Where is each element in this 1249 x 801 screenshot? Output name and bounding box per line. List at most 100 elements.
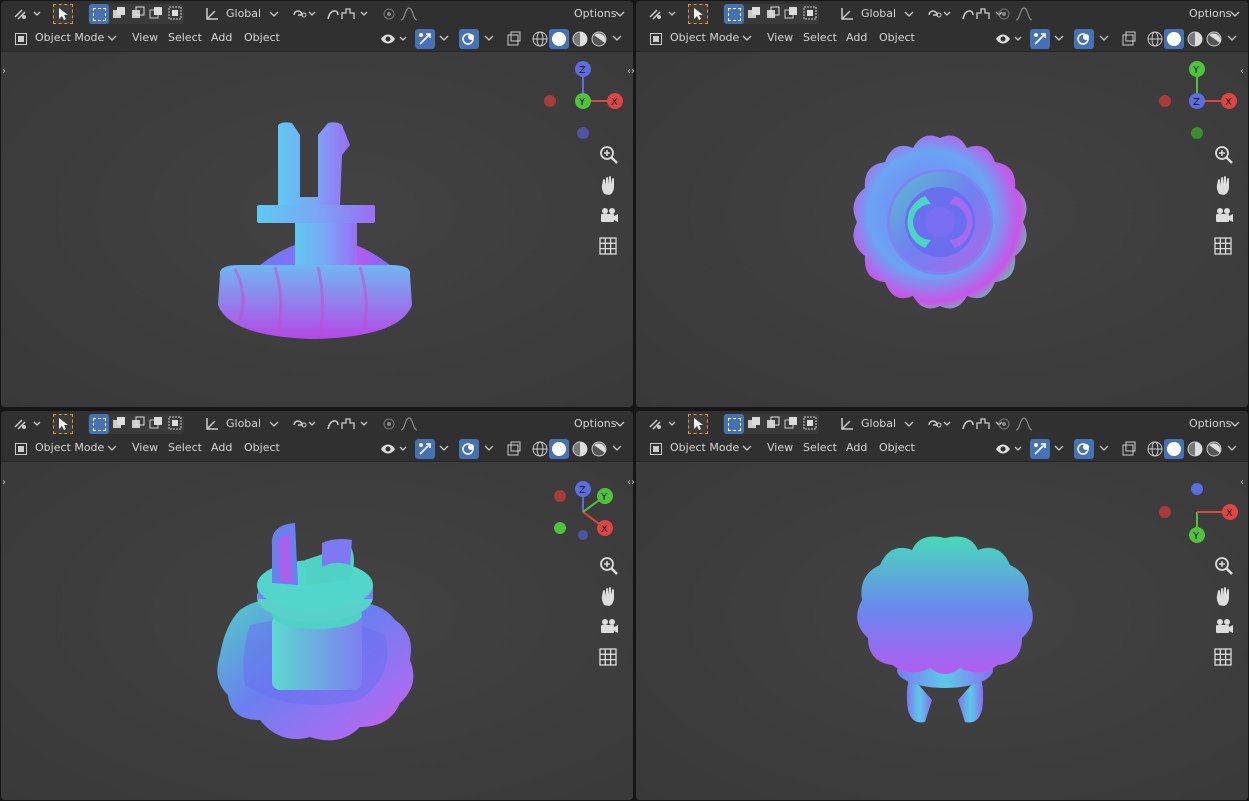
material-shading-icon[interactable] xyxy=(1186,440,1204,458)
menu-view[interactable]: View xyxy=(132,441,158,455)
visibility-icon[interactable] xyxy=(379,30,409,48)
options-dropdown[interactable]: Options xyxy=(1189,417,1231,431)
select-invert-icon[interactable] xyxy=(784,416,798,430)
wireframe-shading-icon[interactable] xyxy=(531,440,549,458)
grid-icon[interactable] xyxy=(597,646,621,670)
transform-pivot-icon[interactable] xyxy=(647,5,677,23)
proportional-icon[interactable] xyxy=(324,5,370,23)
menu-add[interactable]: Add xyxy=(211,31,232,45)
select-subtract-icon[interactable] xyxy=(766,6,780,20)
grid-icon[interactable] xyxy=(1212,646,1236,670)
select-invert-icon[interactable] xyxy=(149,6,163,20)
menu-view[interactable]: View xyxy=(132,31,158,45)
mode-dropdown[interactable]: Object Mode xyxy=(670,31,739,45)
menu-object[interactable]: Object xyxy=(879,31,915,45)
pan-hand-icon[interactable] xyxy=(1212,585,1236,609)
zoom-icon[interactable] xyxy=(597,554,621,578)
object-render-top-right[interactable] xyxy=(845,130,1035,315)
gizmo-toggle-icon[interactable] xyxy=(415,29,435,49)
mode-dropdown[interactable]: Object Mode xyxy=(35,31,104,45)
menu-add[interactable]: Add xyxy=(211,441,232,455)
select-tool-button[interactable] xyxy=(53,414,73,434)
object-render-bottom-right[interactable] xyxy=(850,530,1040,730)
select-new-mode-icon[interactable] xyxy=(724,4,744,24)
wireframe-shading-icon[interactable] xyxy=(531,30,549,48)
menu-add[interactable]: Add xyxy=(846,31,867,45)
overlay-toggle-icon[interactable] xyxy=(459,439,479,459)
gizmo-toggle-icon[interactable] xyxy=(415,439,435,459)
snap-icon[interactable] xyxy=(290,415,318,433)
select-tool-button[interactable] xyxy=(53,4,73,24)
sidebar-expand-arrow[interactable]: ‹ xyxy=(1240,477,1244,488)
options-dropdown[interactable]: Options xyxy=(574,417,616,431)
rendered-shading-icon[interactable] xyxy=(1205,440,1223,458)
material-shading-icon[interactable] xyxy=(571,30,589,48)
sidebar-expand-arrow[interactable]: ‹ xyxy=(1240,66,1244,77)
pan-hand-icon[interactable] xyxy=(597,585,621,609)
rendered-shading-icon[interactable] xyxy=(1205,30,1223,48)
visibility-icon[interactable] xyxy=(379,440,409,458)
solid-shading-icon[interactable] xyxy=(1164,29,1184,49)
menu-view[interactable]: View xyxy=(767,441,793,455)
menu-select[interactable]: Select xyxy=(168,31,202,45)
select-new-mode-icon[interactable] xyxy=(89,4,109,24)
camera-icon[interactable] xyxy=(1212,615,1236,639)
snap-icon[interactable] xyxy=(925,415,953,433)
menu-select[interactable]: Select xyxy=(168,441,202,455)
transform-pivot-icon[interactable] xyxy=(647,415,677,433)
snap-icon[interactable] xyxy=(925,5,953,23)
select-tool-button[interactable] xyxy=(688,4,708,24)
transform-orientation-dropdown[interactable]: Global xyxy=(226,417,261,431)
material-shading-icon[interactable] xyxy=(571,440,589,458)
select-intersect-icon[interactable] xyxy=(168,416,182,430)
overlay-toggle-icon[interactable] xyxy=(1074,439,1094,459)
menu-object[interactable]: Object xyxy=(244,441,280,455)
menu-add[interactable]: Add xyxy=(846,441,867,455)
xray-icon[interactable] xyxy=(506,441,522,457)
zoom-icon[interactable] xyxy=(597,143,621,167)
xray-icon[interactable] xyxy=(1121,31,1137,47)
wireframe-shading-icon[interactable] xyxy=(1146,440,1164,458)
visibility-icon[interactable] xyxy=(994,440,1024,458)
rendered-shading-icon[interactable] xyxy=(590,30,608,48)
proportional-edit-icon[interactable] xyxy=(381,415,421,433)
select-invert-icon[interactable] xyxy=(149,416,163,430)
proportional-edit-icon[interactable] xyxy=(381,5,421,23)
select-intersect-icon[interactable] xyxy=(803,416,817,430)
sidebar-expand-arrow[interactable]: ‹› xyxy=(627,477,635,488)
select-extend-icon[interactable] xyxy=(112,416,126,430)
select-extend-icon[interactable] xyxy=(747,6,761,20)
transform-pivot-icon[interactable] xyxy=(12,415,42,433)
zoom-icon[interactable] xyxy=(1212,554,1236,578)
camera-icon[interactable] xyxy=(597,204,621,228)
menu-view[interactable]: View xyxy=(767,31,793,45)
select-invert-icon[interactable] xyxy=(784,6,798,20)
overlay-toggle-icon[interactable] xyxy=(459,29,479,49)
gizmo-toggle-icon[interactable] xyxy=(1030,439,1050,459)
options-dropdown[interactable]: Options xyxy=(1189,7,1231,21)
select-subtract-icon[interactable] xyxy=(766,416,780,430)
select-subtract-icon[interactable] xyxy=(131,416,145,430)
menu-object[interactable]: Object xyxy=(244,31,280,45)
camera-icon[interactable] xyxy=(1212,204,1236,228)
proportional-edit-icon[interactable] xyxy=(996,415,1036,433)
select-new-mode-icon[interactable] xyxy=(89,414,109,434)
transform-pivot-icon[interactable] xyxy=(12,5,42,23)
solid-shading-icon[interactable] xyxy=(549,29,569,49)
visibility-icon[interactable] xyxy=(994,30,1024,48)
xray-icon[interactable] xyxy=(1121,441,1137,457)
zoom-icon[interactable] xyxy=(1212,143,1236,167)
wireframe-shading-icon[interactable] xyxy=(1146,30,1164,48)
sidebar-expand-arrow[interactable]: ‹› xyxy=(627,66,635,77)
options-dropdown[interactable]: Options xyxy=(574,7,616,21)
select-extend-icon[interactable] xyxy=(747,416,761,430)
menu-object[interactable]: Object xyxy=(879,441,915,455)
select-subtract-icon[interactable] xyxy=(131,6,145,20)
snap-icon[interactable] xyxy=(290,5,318,23)
menu-select[interactable]: Select xyxy=(803,441,837,455)
pan-hand-icon[interactable] xyxy=(597,174,621,198)
material-shading-icon[interactable] xyxy=(1186,30,1204,48)
object-render-bottom-left[interactable] xyxy=(210,515,425,750)
toolbar-expand-arrow[interactable]: › xyxy=(2,477,6,488)
grid-icon[interactable] xyxy=(1212,235,1236,259)
